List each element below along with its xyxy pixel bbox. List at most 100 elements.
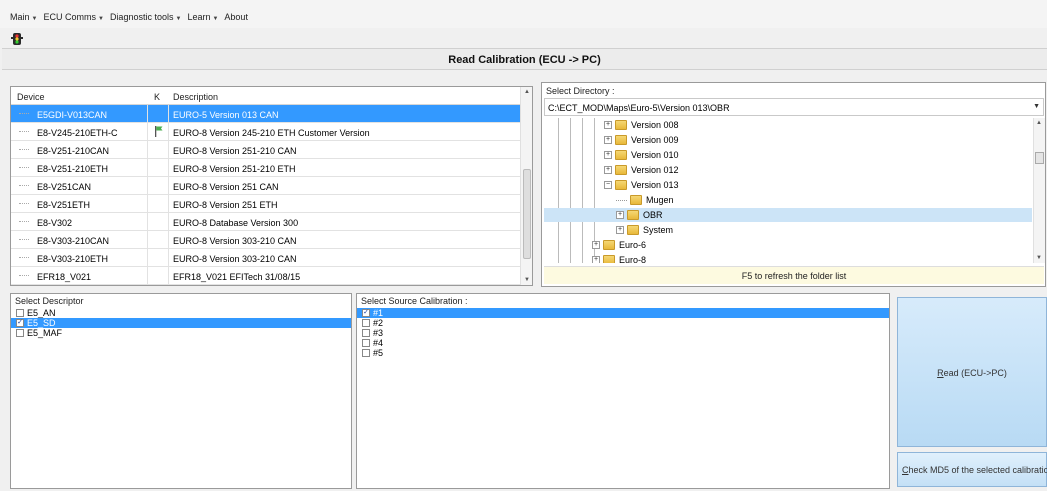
- expand-icon[interactable]: +: [592, 256, 600, 263]
- device-table[interactable]: Device K Description E5GDI-V013CAN EURO-5…: [10, 86, 533, 286]
- read-label-rest: ead (ECU->PC): [943, 368, 1007, 378]
- tree-node[interactable]: + Euro-8: [592, 253, 646, 263]
- column-header-description[interactable]: Description: [173, 92, 218, 102]
- tree-connector: [19, 203, 29, 204]
- table-row[interactable]: E5GDI-V013CAN EURO-5 Version 013 CAN: [11, 105, 521, 123]
- column-header-device[interactable]: Device: [17, 92, 45, 102]
- expand-icon[interactable]: +: [604, 121, 612, 129]
- menu-learn[interactable]: Learn ▼: [187, 12, 218, 22]
- menu-diagnostic-tools[interactable]: Diagnostic tools ▼: [110, 12, 182, 22]
- directory-path-select[interactable]: C:\ECT_MOD\Maps\Euro-5\Version 013\OBR ▼: [544, 98, 1044, 116]
- device-description: EURO-8 Version 251-210 CAN: [173, 146, 297, 156]
- table-row[interactable]: E8-V303-210CAN EURO-8 Version 303-210 CAN: [11, 231, 521, 249]
- device-cell: E8-V303-210ETH: [11, 249, 148, 267]
- menu-main[interactable]: Main ▼: [10, 12, 37, 22]
- window-title: Read Calibration (ECU -> PC): [448, 54, 601, 66]
- tree-node[interactable]: − Version 013: [604, 178, 679, 192]
- expand-icon[interactable]: +: [604, 136, 612, 144]
- device-table-header: Device K Description: [11, 87, 521, 105]
- table-row[interactable]: E8-V251-210CAN EURO-8 Version 251-210 CAN: [11, 141, 521, 159]
- table-row[interactable]: E8-V251CAN EURO-8 Version 251 CAN: [11, 177, 521, 195]
- table-row[interactable]: E8-V251ETH EURO-8 Version 251 ETH: [11, 195, 521, 213]
- folder-icon: [627, 225, 639, 235]
- checkbox[interactable]: [16, 309, 24, 317]
- checkbox[interactable]: [362, 339, 370, 347]
- table-row[interactable]: E8-V245-210ETH-C EURO-8 Version 245-210 E…: [11, 123, 521, 141]
- device-cell: E8-V302: [11, 213, 148, 231]
- tree-node[interactable]: Mugen: [616, 193, 674, 207]
- device-cell: E8-V251-210ETH: [11, 159, 148, 177]
- device-cell: E5GDI-V013CAN: [11, 105, 148, 123]
- chevron-down-icon: ▼: [212, 16, 219, 22]
- device-description: EURO-8 Version 251 ETH: [173, 200, 278, 210]
- collapse-icon[interactable]: −: [604, 181, 612, 189]
- menu-about-label: About: [224, 12, 248, 22]
- folder-icon: [615, 150, 627, 160]
- directory-label: Select Directory :: [546, 86, 615, 96]
- tree-node[interactable]: + System: [616, 223, 673, 237]
- scroll-down-icon[interactable]: ▼: [1036, 255, 1042, 261]
- table-row[interactable]: E8-V302 EURO-8 Database Version 300: [11, 213, 521, 231]
- k-cell: [148, 159, 169, 177]
- expand-icon[interactable]: +: [616, 226, 624, 234]
- list-item[interactable]: #4: [357, 338, 889, 348]
- list-item[interactable]: ✓ #1: [357, 308, 889, 318]
- k-cell: [148, 141, 169, 159]
- menu-ecu-comms-label: ECU Comms: [43, 12, 96, 22]
- tree-node[interactable]: + Version 009: [604, 133, 679, 147]
- table-row[interactable]: E8-V251-210ETH EURO-8 Version 251-210 ETH: [11, 159, 521, 177]
- traffic-light-icon[interactable]: [10, 32, 24, 46]
- list-item-label: #4: [373, 338, 384, 348]
- list-item[interactable]: #5: [357, 348, 889, 358]
- device-cell: E8-V251-210CAN: [11, 141, 148, 159]
- device-description: EURO-8 Version 251-210 ETH: [173, 164, 296, 174]
- list-item[interactable]: E5_MAF: [11, 328, 351, 338]
- checkbox[interactable]: [362, 329, 370, 337]
- check-md5-button-label: Check MD5 of the selected calibration: [902, 465, 1047, 475]
- column-header-k[interactable]: K: [154, 92, 160, 102]
- expand-icon[interactable]: +: [616, 211, 624, 219]
- tree-guide-line: [570, 118, 571, 263]
- tree-node[interactable]: + Euro-6: [592, 238, 646, 252]
- expand-icon[interactable]: +: [604, 151, 612, 159]
- menu-about[interactable]: About: [224, 12, 248, 22]
- checkbox[interactable]: [362, 319, 370, 327]
- expand-icon[interactable]: +: [604, 166, 612, 174]
- device-table-scrollbar[interactable]: ▲ ▼: [520, 87, 532, 285]
- scrollbar-thumb[interactable]: [523, 169, 531, 259]
- list-item[interactable]: ✓ E5_SD: [11, 318, 351, 328]
- device-name: E8-V303-210ETH: [37, 254, 109, 264]
- scroll-down-icon[interactable]: ▼: [524, 277, 530, 283]
- folder-icon: [603, 240, 615, 250]
- chevron-down-icon[interactable]: ▼: [1033, 103, 1040, 110]
- title-bar: Read Calibration (ECU -> PC): [2, 48, 1047, 70]
- tree-node[interactable]: + Version 010: [604, 148, 679, 162]
- device-description: EURO-8 Version 303-210 CAN: [173, 254, 297, 264]
- check-md5-button[interactable]: Check MD5 of the selected calibration: [897, 452, 1047, 487]
- list-item[interactable]: E5_AN: [11, 308, 351, 318]
- tree-node[interactable]: + OBR: [544, 208, 1032, 222]
- list-item[interactable]: #3: [357, 328, 889, 338]
- expand-icon[interactable]: +: [592, 241, 600, 249]
- checkbox[interactable]: [16, 329, 24, 337]
- tree-node-label: Version 010: [631, 150, 679, 160]
- table-row[interactable]: E8-V303-210ETH EURO-8 Version 303-210 CAN: [11, 249, 521, 267]
- folder-tree-scrollbar[interactable]: ▲ ▼: [1033, 118, 1045, 263]
- tree-connector: [19, 185, 29, 186]
- table-row[interactable]: EFR18_V021 EFR18_V021 EFITech 31/08/15: [11, 267, 521, 285]
- checkbox[interactable]: [362, 349, 370, 357]
- folder-tree[interactable]: + Version 008 + Version 009 + Version 010 + Ver…: [544, 118, 1032, 263]
- read-ecu-button-label: Read (ECU->PC): [898, 368, 1046, 378]
- scroll-up-icon[interactable]: ▲: [1036, 120, 1042, 126]
- scroll-up-icon[interactable]: ▲: [524, 89, 530, 95]
- tree-node[interactable]: + Version 012: [604, 163, 679, 177]
- checkbox[interactable]: ✓: [16, 319, 24, 327]
- folder-icon: [603, 255, 615, 263]
- tree-node[interactable]: + Version 008: [604, 118, 679, 132]
- device-description: EURO-5 Version 013 CAN: [173, 110, 279, 120]
- list-item[interactable]: #2: [357, 318, 889, 328]
- scrollbar-thumb[interactable]: [1035, 152, 1044, 164]
- read-ecu-button[interactable]: Read (ECU->PC): [897, 297, 1047, 447]
- menu-ecu-comms[interactable]: ECU Comms ▼: [43, 12, 103, 22]
- checkbox[interactable]: ✓: [362, 309, 370, 317]
